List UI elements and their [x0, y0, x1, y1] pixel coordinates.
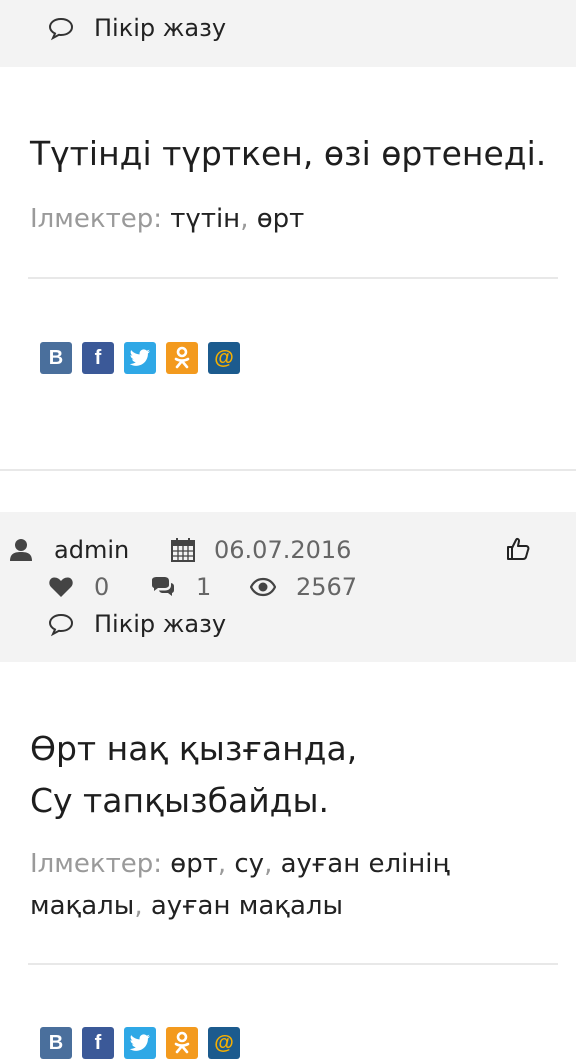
- odnoklassniki-share-button[interactable]: [166, 342, 198, 374]
- post1-meta-bar: Пікір жазу: [0, 0, 576, 67]
- post1-comment-link[interactable]: Пікір жазу: [48, 14, 226, 42]
- post-separator: [0, 469, 576, 471]
- views-count: 2567: [296, 573, 358, 601]
- heart-icon: [49, 577, 73, 597]
- post2-date: 06.07.2016: [170, 536, 351, 564]
- post1-quote: Түтінді түрткен, өзі өртенеді.: [30, 134, 547, 173]
- mailru-share-button[interactable]: @: [208, 342, 240, 374]
- post2-quote: Өрт нақ қызғанда, Су тапқызбайды.: [30, 723, 357, 827]
- post1-tags: Ілмектер: түтін, өрт: [30, 204, 305, 234]
- twitter-share-button[interactable]: [124, 1027, 156, 1059]
- tag-link[interactable]: өрт: [170, 849, 218, 879]
- thumbs-up-icon: [507, 537, 530, 560]
- post1-share-buttons: В f @: [40, 342, 240, 374]
- post2-views: 2567: [250, 573, 357, 601]
- post2-like-button[interactable]: [505, 536, 531, 562]
- tag-link[interactable]: ауған мақалы: [151, 891, 343, 921]
- comments-icon: [152, 577, 174, 596]
- speech-bubble-icon: [48, 613, 74, 637]
- user-icon: [10, 539, 32, 561]
- comment-label: Пікір жазу: [94, 14, 227, 42]
- odnoklassniki-icon: [174, 346, 190, 369]
- comment-label: Пікір жазу: [94, 610, 227, 638]
- post2-share-buttons: В f @: [40, 1027, 240, 1059]
- twitter-bird-icon: [129, 1034, 150, 1051]
- vk-share-button[interactable]: В: [40, 342, 72, 374]
- post2-comment-link[interactable]: Пікір жазу: [48, 610, 226, 638]
- calendar-icon: [171, 538, 195, 562]
- tags-label: Ілмектер:: [30, 849, 163, 879]
- vk-share-button[interactable]: В: [40, 1027, 72, 1059]
- twitter-share-button[interactable]: [124, 342, 156, 374]
- tag-link[interactable]: су: [234, 849, 264, 879]
- post2-likes: 0: [48, 573, 109, 601]
- facebook-share-button[interactable]: f: [82, 342, 114, 374]
- tag-link[interactable]: өрт: [257, 204, 305, 234]
- post2-author[interactable]: admin: [8, 536, 129, 564]
- date-text: 06.07.2016: [214, 536, 352, 564]
- post2-comments[interactable]: 1: [150, 573, 211, 601]
- quote-line: Өрт нақ қызғанда,: [30, 729, 358, 768]
- mailru-share-button[interactable]: @: [208, 1027, 240, 1059]
- author-name: admin: [54, 536, 130, 564]
- divider: [28, 277, 558, 279]
- twitter-bird-icon: [129, 349, 150, 366]
- quote-line: Су тапқызбайды.: [30, 781, 329, 820]
- likes-count: 0: [94, 573, 110, 601]
- odnoklassniki-icon: [174, 1031, 190, 1054]
- eye-icon: [250, 577, 276, 597]
- tag-link[interactable]: түтін: [170, 204, 240, 234]
- odnoklassniki-share-button[interactable]: [166, 1027, 198, 1059]
- divider: [28, 963, 558, 965]
- post2-meta-bar: admin 06.07.2016 0 1 2567 Пікір жазу: [0, 512, 576, 662]
- post2-tags: Ілмектер: өрт, су, ауған елінің мақалы, …: [30, 849, 450, 921]
- comments-count: 1: [196, 573, 212, 601]
- speech-bubble-icon: [48, 17, 74, 41]
- facebook-share-button[interactable]: f: [82, 1027, 114, 1059]
- tags-label: Ілмектер:: [30, 204, 163, 234]
